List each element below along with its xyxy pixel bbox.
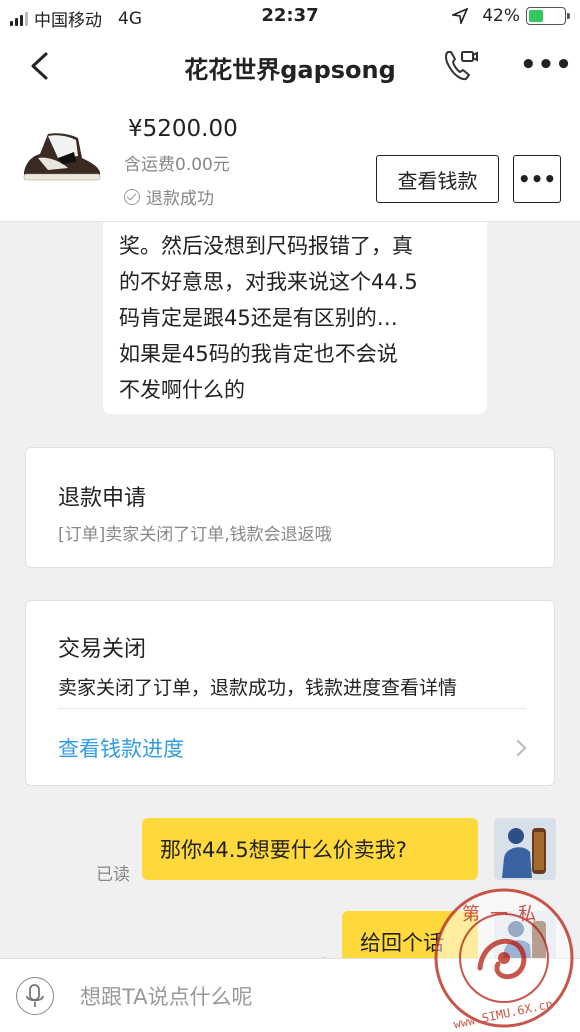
product-header: ¥5200.00 含运费0.00元 退款成功 查看钱款 •••	[0, 100, 580, 222]
chevron-right-icon[interactable]	[509, 739, 527, 757]
status-bar: 中国移动 4G 22:37 42%	[0, 0, 580, 34]
card-divider	[58, 708, 526, 709]
watermark-stamp-logo: 第一私 www.SIMU.6X.cn	[434, 888, 574, 1030]
more-menu-icon[interactable]: •••	[520, 50, 572, 80]
avatar-image	[494, 818, 556, 880]
view-funds-progress-link[interactable]: 查看钱款进度	[58, 733, 184, 763]
microphone-icon[interactable]	[16, 977, 54, 1015]
message-input[interactable]: 想跟TA说点什么呢	[80, 981, 253, 1011]
battery-percent: 42%	[482, 6, 520, 26]
avatar[interactable]	[494, 818, 556, 880]
chat-title: 花花世界gapsong	[184, 56, 396, 84]
phone-video-icon[interactable]	[440, 46, 480, 86]
product-price: ¥5200.00	[128, 116, 238, 142]
read-receipt: 已读	[96, 865, 130, 885]
closed-card-body: 卖家关闭了订单，退款成功，钱款进度查看详情	[58, 677, 458, 699]
refund-card-title: 退款申请	[58, 486, 147, 511]
freight-info: 含运费0.00元	[124, 155, 230, 175]
refund-request-card[interactable]: 退款申请 [订单]卖家关闭了订单,钱款会退返哦	[25, 447, 555, 568]
incoming-message-bubble: 奖。然后没想到尺码报错了，真 的不好意思，对我来说这个44.5 码肯定是跟45还…	[103, 222, 487, 414]
message-line: 码肯定是跟45还是有区别的…	[119, 306, 398, 330]
location-arrow-icon	[452, 8, 469, 24]
outgoing-message-bubble: 那你44.5想要什么价卖我?	[142, 818, 478, 880]
sneaker-thumbnail[interactable]	[18, 128, 104, 186]
check-circle-icon	[124, 188, 140, 205]
more-actions-button[interactable]: •••	[513, 155, 561, 203]
message-line: 奖。然后没想到尺码报错了，真	[119, 234, 413, 258]
message-line: 不发啊什么的	[119, 378, 245, 402]
battery-icon	[526, 7, 570, 25]
closed-card-title: 交易关闭	[58, 637, 147, 662]
view-funds-button[interactable]: 查看钱款	[376, 155, 499, 203]
svg-text:第一私: 第一私	[462, 904, 546, 925]
refund-card-subtitle: [订单]卖家关闭了订单,钱款会退返哦	[58, 525, 332, 545]
refund-status: 退款成功	[124, 184, 214, 209]
message-line: 的不好意思，对我来说这个44.5	[119, 270, 418, 294]
transaction-closed-card: 交易关闭 卖家关闭了订单，退款成功，钱款进度查看详情 查看钱款进度	[25, 600, 555, 786]
message-line: 如果是45码的我肯定也不会说	[119, 342, 398, 366]
nav-bar: 花花世界gapsong •••	[0, 34, 580, 100]
refund-status-label: 退款成功	[146, 189, 214, 209]
